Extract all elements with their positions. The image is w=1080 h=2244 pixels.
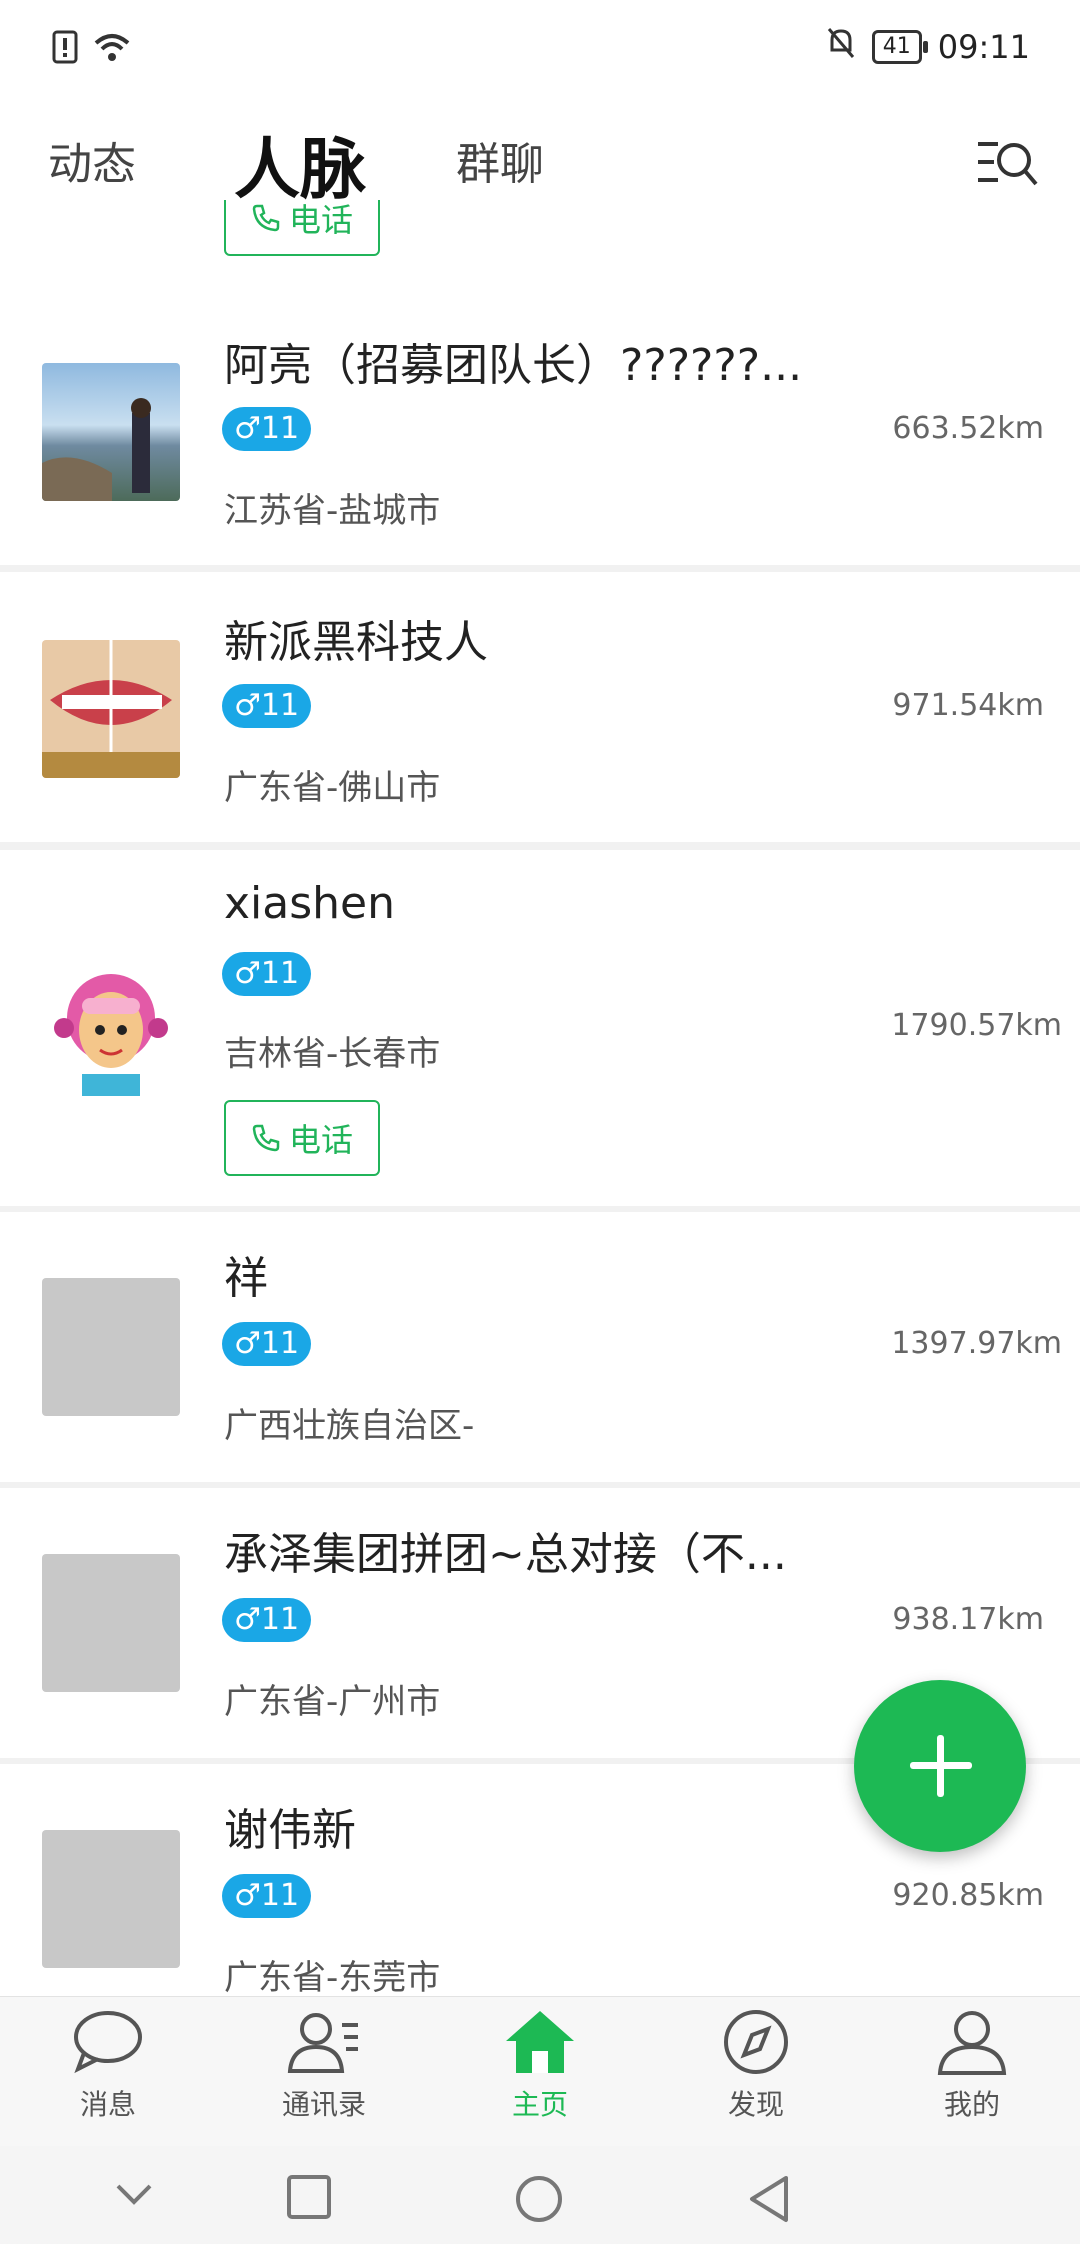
contacts-icon [287, 2013, 358, 2073]
contact-location: 广东省-广州市 [224, 1682, 441, 1722]
phone-icon [252, 204, 280, 232]
nav-home[interactable]: 主页 [460, 2007, 620, 2147]
tab-group-chat[interactable]: 群聊 [456, 128, 544, 192]
contact-distance: 938.17km [892, 1602, 1044, 1637]
wifi-icon [92, 31, 132, 67]
hide-nav-button[interactable] [114, 2182, 154, 2210]
contact-distance: 971.54km [892, 688, 1044, 723]
contact-name: 新派黑科技人 [224, 617, 488, 668]
home-icon [506, 2011, 574, 2073]
nav-discover[interactable]: 发现 [676, 2007, 836, 2147]
mute-bell-icon [826, 26, 856, 68]
chevron-down-icon [116, 2184, 152, 2205]
back-button[interactable] [746, 2174, 792, 2228]
phone-icon [252, 1124, 280, 1152]
circle-icon [516, 2176, 562, 2222]
back-triangle-icon [750, 2176, 788, 2222]
contact-location: 吉林省-长春市 [224, 1034, 441, 1074]
contact-name: xiashen [224, 878, 395, 929]
contact-row[interactable]: 新派黑科技人 ♂11 广东省-佛山市 971.54km [0, 572, 1080, 852]
contact-name: 承泽集团拼团~总对接（不... [224, 1529, 787, 1580]
contact-distance: 663.52km [892, 411, 1044, 446]
phone-button[interactable]: 电话 [224, 1100, 380, 1176]
contact-distance: 1790.57km [891, 1008, 1062, 1043]
gender-age-badge: ♂11 [222, 407, 312, 451]
contact-row[interactable]: xiashen ♂11 吉林省-长春市 1790.57km 电话 [0, 850, 1080, 1216]
contact-location: 广东省-东莞市 [224, 1958, 441, 1998]
gender-age-badge: ♂11 [222, 952, 312, 996]
avatar [42, 958, 180, 1096]
system-nav-bar [0, 2146, 1080, 2244]
gender-age-badge: ♂11 [222, 1322, 312, 1366]
chat-bubble-icon [74, 2011, 142, 2074]
tab-moments[interactable]: 动态 [48, 128, 136, 192]
gender-age-badge: ♂11 [222, 1874, 312, 1918]
compass-icon [724, 2010, 788, 2074]
battery-indicator: 41 [871, 30, 928, 64]
contact-distance: 1397.97km [891, 1326, 1062, 1361]
status-bar: 41 09:11 [0, 0, 1080, 100]
nav-contacts[interactable]: 通讯录 [244, 2007, 404, 2147]
bottom-nav: 消息 通讯录 主页 发现 我的 [0, 1996, 1080, 2147]
search-filter-button[interactable] [976, 134, 1040, 190]
gender-age-badge: ♂11 [222, 1598, 312, 1642]
add-fab-button[interactable] [854, 1680, 1026, 1852]
contact-name: 阿亮（招募团队长）??????... [224, 340, 803, 391]
avatar-placeholder [42, 1278, 180, 1416]
profile-icon [937, 2011, 1007, 2075]
gender-age-badge: ♂11 [222, 684, 312, 728]
tab-connections[interactable]: 人脉 [234, 116, 366, 212]
sim-alert-icon [52, 30, 78, 68]
phone-button[interactable]: 电话 [224, 200, 380, 256]
contact-location: 江苏省-盐城市 [224, 491, 441, 531]
avatar [42, 640, 180, 778]
search-filter-icon [978, 142, 1038, 186]
nav-messages[interactable]: 消息 [28, 2007, 188, 2147]
nav-profile[interactable]: 我的 [892, 2007, 1052, 2147]
contact-row[interactable]: 阿亮（招募团队长）??????... ♂11 江苏省-盐城市 663.52km [0, 295, 1080, 575]
partial-contact-row: 电话 [0, 200, 1080, 305]
contact-name: 谢伟新 [224, 1805, 356, 1856]
clock: 09:11 [937, 28, 1030, 66]
square-icon [287, 2175, 331, 2219]
recents-button[interactable] [286, 2174, 332, 2224]
avatar [42, 363, 180, 501]
contact-name: 祥 [224, 1253, 268, 1304]
contact-location: 广东省-佛山市 [224, 768, 441, 808]
home-system-button[interactable] [514, 2174, 564, 2228]
avatar-placeholder [42, 1830, 180, 1968]
contact-distance: 920.85km [892, 1878, 1044, 1913]
contact-row[interactable]: 祥 ♂11 广西壮族自治区- 1397.97km [0, 1212, 1080, 1492]
avatar-placeholder [42, 1554, 180, 1692]
contact-location: 广西壮族自治区- [224, 1406, 475, 1446]
